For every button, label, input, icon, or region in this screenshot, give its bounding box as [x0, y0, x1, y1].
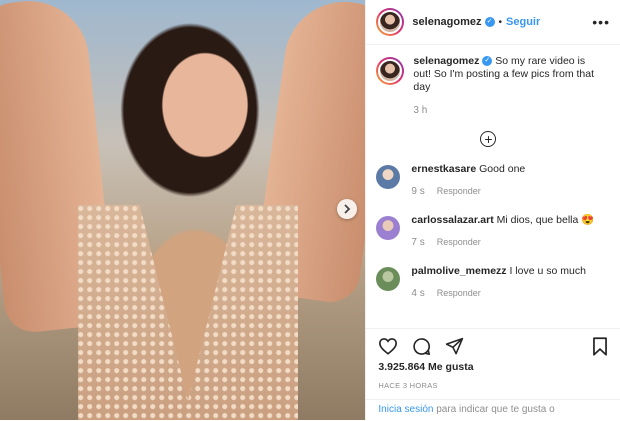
caption-time: 3 h — [413, 105, 428, 116]
login-prompt: Inicia sesión para indicar que te gusta … — [366, 399, 620, 421]
comment-text: Mi dios, que bella 😍 — [493, 214, 595, 226]
avatar[interactable] — [376, 8, 405, 36]
separator-dot: • — [498, 16, 503, 28]
comment-item: palmolive_memezz I love u so much 4 s Res… — [366, 265, 620, 300]
likes-count[interactable]: 3.925.864 Me gusta — [366, 361, 620, 373]
caption-username[interactable]: selenagomez — [413, 55, 479, 67]
follow-button[interactable]: Seguir — [506, 16, 540, 28]
chevron-right-icon — [344, 204, 351, 214]
comment-username[interactable]: carlossalazar.art — [411, 214, 493, 226]
comment-time: 9 s — [411, 186, 425, 197]
share-icon[interactable] — [445, 337, 464, 356]
verified-icon: ✓ — [482, 56, 493, 67]
comment-item: ernestkasare Good one 9 s Responder — [366, 163, 620, 198]
caption-avatar[interactable] — [376, 57, 405, 85]
comment-time: 7 s — [411, 237, 425, 248]
post-header: selenagomez ✓ • Seguir ••• — [366, 0, 620, 45]
comment-username[interactable]: ernestkasare — [411, 163, 476, 175]
action-icons — [366, 331, 620, 361]
comment-item: carlossalazar.art Mi dios, que bella 😍 7… — [366, 214, 620, 249]
reply-button[interactable]: Responder — [437, 236, 481, 249]
comment-icon[interactable] — [412, 337, 431, 356]
comment-avatar[interactable] — [376, 267, 401, 291]
comment-username[interactable]: palmolive_memezz — [411, 265, 506, 277]
plus-circle-icon[interactable]: + — [480, 131, 497, 147]
post-timestamp: HACE 3 HORAS — [378, 381, 438, 390]
caption-text-block: selenagomez ✓ So my rare video is out! So… — [413, 55, 603, 117]
comment-text: Good one — [476, 163, 526, 175]
more-icon[interactable]: ••• — [592, 14, 610, 30]
comment-avatar[interactable] — [376, 216, 401, 240]
post-photo[interactable] — [0, 0, 366, 420]
comment-time: 4 s — [411, 288, 425, 299]
verified-icon: ✓ — [484, 17, 495, 27]
comments-section[interactable]: selenagomez ✓ So my rare video is out! So… — [366, 45, 620, 328]
heart-icon[interactable] — [378, 337, 398, 355]
reply-button[interactable]: Responder — [437, 185, 481, 198]
instagram-post: selenagomez ✓ • Seguir ••• selenagomez ✓ … — [0, 0, 620, 420]
comment-text: I love u so much — [506, 265, 586, 277]
login-text: para indicar que te gusta o — [433, 404, 555, 415]
post-side-panel: selenagomez ✓ • Seguir ••• selenagomez ✓ … — [365, 0, 620, 420]
login-link[interactable]: Inicia sesión — [378, 404, 433, 415]
post-caption: selenagomez ✓ So my rare video is out! So… — [366, 45, 620, 117]
comment-avatar[interactable] — [376, 165, 401, 189]
header-username[interactable]: selenagomez — [412, 16, 481, 28]
reply-button[interactable]: Responder — [437, 287, 481, 300]
bookmark-icon[interactable] — [592, 336, 608, 356]
action-bar: 3.925.864 Me gusta HACE 3 HORAS Inicia s… — [366, 328, 620, 421]
